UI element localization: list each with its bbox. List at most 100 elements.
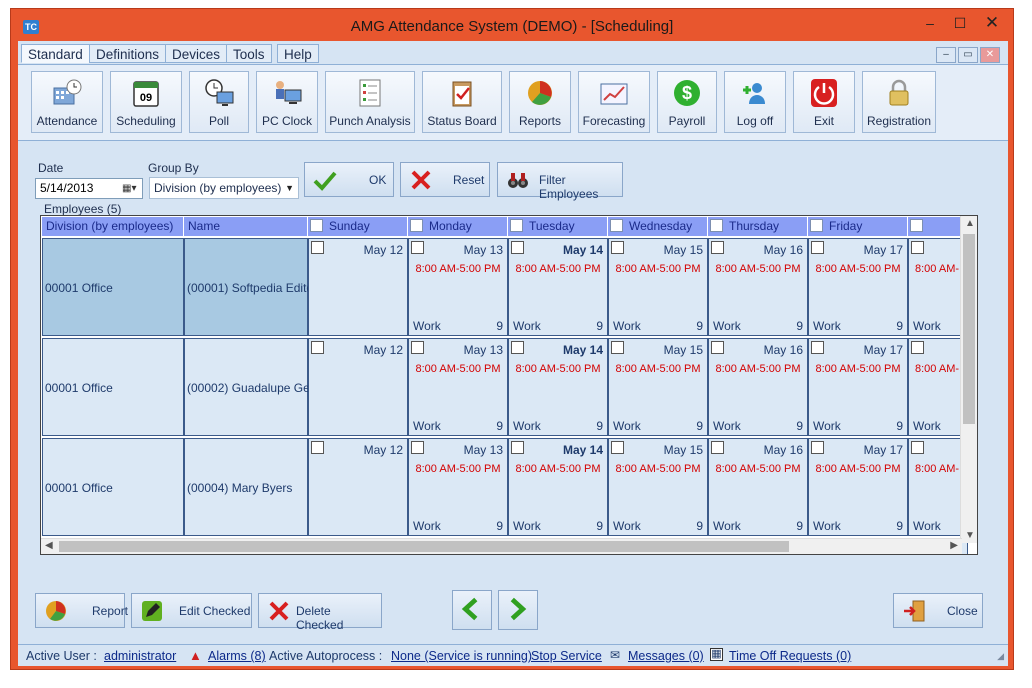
mdi-close-button[interactable]: ✕ (980, 47, 1000, 63)
employee-name-cell[interactable]: (00004) Mary Byers (184, 438, 308, 536)
schedule-day-cell[interactable]: May 14 8:00 AM-5:00 PM Work 9 (508, 438, 608, 536)
toolbar-exit-button[interactable]: Exit (793, 71, 855, 133)
close-window-button[interactable]: ✕ (977, 13, 1007, 33)
day-checkbox[interactable] (611, 241, 624, 254)
day-checkbox[interactable] (511, 241, 524, 254)
schedule-day-cell[interactable]: May 15 8:00 AM-5:00 PM Work 9 (608, 338, 708, 436)
schedule-day-cell[interactable]: May 16 8:00 AM-5:00 PM Work 9 (708, 238, 808, 336)
toolbar-punch-analysis-button[interactable]: Punch Analysis (325, 71, 415, 133)
day-checkbox[interactable] (611, 441, 624, 454)
schedule-day-cell[interactable]: May 13 8:00 AM-5:00 PM Work 9 (408, 438, 508, 536)
day-checkbox[interactable] (911, 341, 924, 354)
toolbar-poll-button[interactable]: Poll (189, 71, 249, 133)
day-checkbox[interactable] (911, 441, 924, 454)
schedule-day-cell[interactable]: May 15 8:00 AM-5:00 PM Work 9 (608, 238, 708, 336)
toolbar-reports-button[interactable]: Reports (509, 71, 571, 133)
schedule-day-cell[interactable]: May 17 8:00 AM-5:00 PM Work 9 (808, 338, 908, 436)
day-checkbox[interactable] (711, 441, 724, 454)
day-checkbox[interactable] (711, 241, 724, 254)
schedule-day-cell[interactable]: May 16 8:00 AM-5:00 PM Work 9 (708, 338, 808, 436)
messages-link[interactable]: Messages (0) (628, 649, 704, 663)
grid-header-cell[interactable]: Monday (408, 217, 508, 236)
day-checkbox[interactable] (911, 241, 924, 254)
stop-service-link[interactable]: Stop Service (531, 649, 602, 663)
day-checkbox[interactable] (611, 341, 624, 354)
header-checkbox[interactable] (610, 219, 623, 232)
schedule-day-cell[interactable]: May 15 8:00 AM-5:00 PM Work 9 (608, 438, 708, 536)
day-checkbox[interactable] (411, 241, 424, 254)
schedule-day-cell[interactable]: May 12 (308, 238, 408, 336)
menu-help[interactable]: Help (277, 44, 319, 63)
minimize-button[interactable]: ‒ (917, 13, 943, 33)
schedule-day-cell[interactable]: May 17 8:00 AM-5:00 PM Work 9 (808, 438, 908, 536)
day-checkbox[interactable] (411, 341, 424, 354)
toolbar-registration-button[interactable]: Registration (862, 71, 936, 133)
day-checkbox[interactable] (311, 341, 324, 354)
schedule-day-cell[interactable]: May 14 8:00 AM-5:00 PM Work 9 (508, 238, 608, 336)
day-checkbox[interactable] (411, 441, 424, 454)
active-user-link[interactable]: administrator (104, 649, 176, 663)
menu-standard[interactable]: Standard (21, 44, 90, 63)
horizontal-scroll-thumb[interactable] (59, 541, 789, 552)
toolbar-forecasting-button[interactable]: Forecasting (578, 71, 650, 133)
grid-header-cell[interactable]: Tuesday (508, 217, 608, 236)
day-checkbox[interactable] (511, 341, 524, 354)
grid-header-cell[interactable]: Sunday (308, 217, 408, 236)
division-cell[interactable]: 00001 Office (42, 438, 184, 536)
grid-header-cell[interactable]: Thursday (708, 217, 808, 236)
schedule-day-cell[interactable]: 8:00 AM- Work (908, 338, 968, 436)
day-checkbox[interactable] (511, 441, 524, 454)
day-checkbox[interactable] (311, 441, 324, 454)
schedule-day-cell[interactable]: May 12 (308, 438, 408, 536)
schedule-day-cell[interactable]: May 13 8:00 AM-5:00 PM Work 9 (408, 338, 508, 436)
group-by-select[interactable]: Division (by employees) ▼ (149, 177, 299, 199)
header-checkbox[interactable] (510, 219, 523, 232)
schedule-day-cell[interactable]: May 16 8:00 AM-5:00 PM Work 9 (708, 438, 808, 536)
header-checkbox[interactable] (810, 219, 823, 232)
schedule-day-cell[interactable]: 8:00 AM- Work (908, 438, 968, 536)
day-checkbox[interactable] (811, 441, 824, 454)
employee-name-cell[interactable]: (00001) Softpedia Editor (184, 238, 317, 336)
grid-header-cell[interactable]: Wednesday (608, 217, 708, 236)
schedule-day-cell[interactable]: 8:00 AM- Work (908, 238, 968, 336)
time-off-requests-link[interactable]: Time Off Requests (0) (729, 649, 851, 663)
grid-header-cell[interactable]: Friday (808, 217, 908, 236)
header-checkbox[interactable] (910, 219, 923, 232)
reset-button[interactable]: Reset (400, 162, 490, 197)
scroll-left-icon[interactable]: ◀ (45, 540, 53, 551)
day-checkbox[interactable] (811, 241, 824, 254)
ok-button[interactable]: OK (304, 162, 394, 197)
report-button[interactable]: Report (35, 593, 128, 628)
header-checkbox[interactable] (310, 219, 323, 232)
toolbar-status-board-button[interactable]: Status Board (422, 71, 502, 133)
toolbar-pc-clock-button[interactable]: PC Clock (256, 71, 318, 133)
menu-definitions[interactable]: Definitions (89, 44, 167, 63)
menu-devices[interactable]: Devices (165, 44, 228, 63)
schedule-day-cell[interactable]: May 13 8:00 AM-5:00 PM Work 9 (408, 238, 508, 336)
maximize-button[interactable]: ☐ (947, 13, 973, 33)
mdi-minimize-button[interactable]: – (936, 47, 956, 63)
division-cell[interactable]: 00001 Office (42, 338, 184, 436)
filter-employees-button[interactable]: Filter Employees (497, 162, 623, 201)
grid-header-cell[interactable] (908, 217, 968, 236)
edit-checked-button[interactable]: Edit Checked (131, 593, 252, 628)
toolbar-payroll-button[interactable]: $ Payroll (657, 71, 717, 133)
division-cell[interactable]: 00001 Office (42, 238, 184, 336)
close-button[interactable]: Close (893, 593, 983, 628)
vertical-scroll-thumb[interactable] (963, 234, 975, 424)
toolbar-log-off-button[interactable]: Log off (724, 71, 786, 133)
delete-checked-button[interactable]: Delete Checked (258, 593, 382, 632)
header-checkbox[interactable] (710, 219, 723, 232)
vertical-scrollbar[interactable]: ▲ ▼ (960, 216, 977, 543)
schedule-day-cell[interactable]: May 12 (308, 338, 408, 436)
scroll-up-icon[interactable]: ▲ (965, 218, 975, 229)
schedule-day-cell[interactable]: May 14 8:00 AM-5:00 PM Work 9 (508, 338, 608, 436)
day-checkbox[interactable] (811, 341, 824, 354)
previous-week-button[interactable] (452, 590, 492, 630)
date-picker[interactable]: 5/14/2013 ▦▾ (35, 178, 143, 199)
horizontal-scrollbar[interactable]: ◀ ▶ (41, 538, 962, 554)
scroll-right-icon[interactable]: ▶ (950, 540, 958, 551)
header-checkbox[interactable] (410, 219, 423, 232)
mdi-restore-button[interactable]: ▭ (958, 47, 978, 63)
scroll-down-icon[interactable]: ▼ (965, 530, 975, 541)
